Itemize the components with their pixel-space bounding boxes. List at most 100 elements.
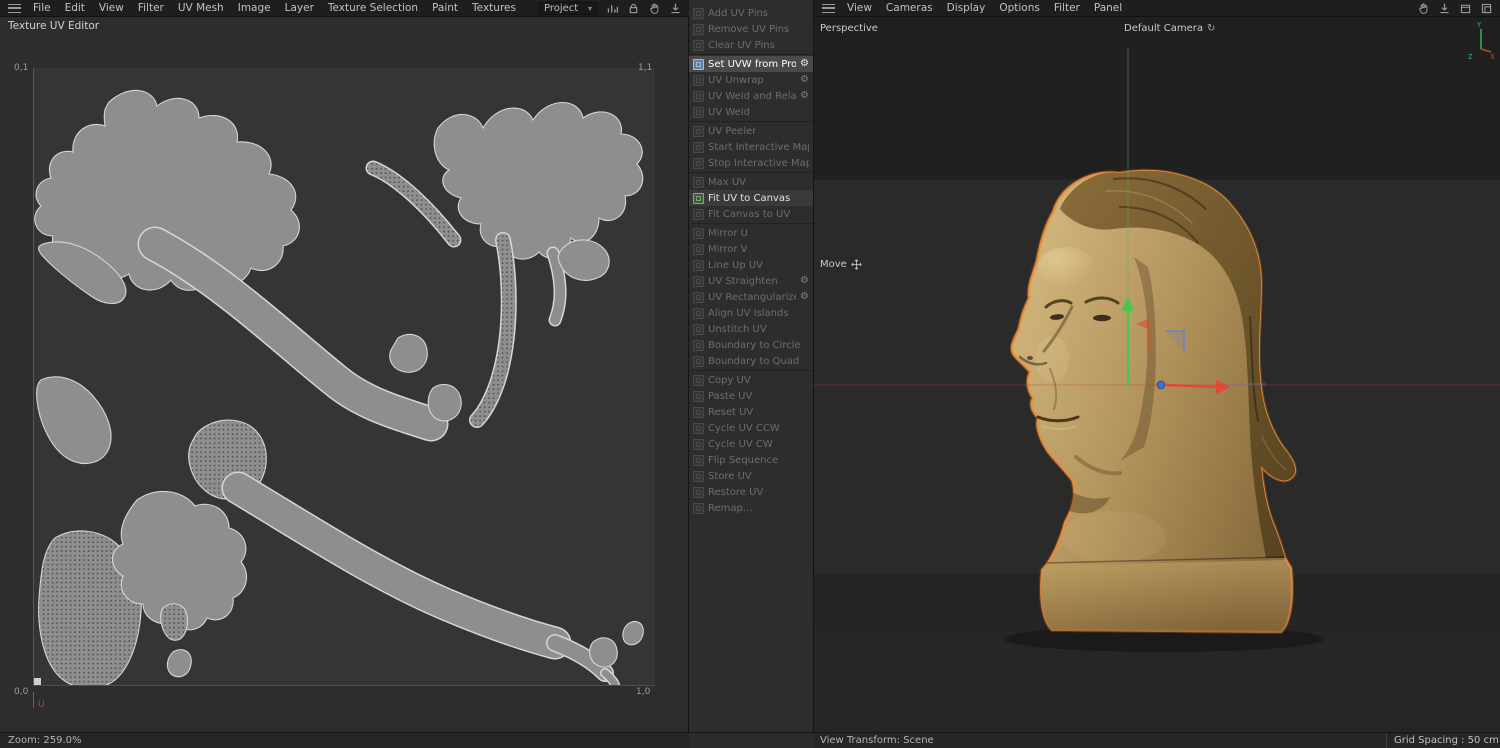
uv-command-label: UV Rectangularize	[708, 292, 796, 303]
viewport-menubar: ViewCamerasDisplayOptionsFilterPanel	[814, 0, 1500, 17]
uv-command-item[interactable]: Store UV ⚙	[689, 468, 813, 484]
uv-command-label: Boundary to Quad	[708, 356, 799, 367]
unstitch-uv-icon	[693, 324, 704, 335]
download-arrow-icon[interactable]	[1436, 1, 1452, 15]
active-tool-text: Move	[820, 259, 847, 270]
panel-menu-icon[interactable]	[822, 4, 835, 13]
menu-item[interactable]: File	[26, 1, 58, 15]
lock-icon[interactable]	[625, 1, 641, 15]
menu-item[interactable]: Image	[231, 1, 278, 15]
menu-item[interactable]: View	[92, 1, 131, 15]
viewport-scene-svg	[814, 17, 1500, 732]
uv-command-item[interactable]: Line Up UV ⚙	[689, 257, 813, 273]
uv-command-item[interactable]: Add UV Pins ⚙	[689, 5, 813, 21]
uv-command-item[interactable]: Reset UV ⚙	[689, 404, 813, 420]
uv-origin-handle[interactable]	[33, 678, 41, 685]
uv-command-item[interactable]: Boundary to Circle ⚙	[689, 337, 813, 353]
uv-island[interactable]	[623, 622, 643, 645]
download-arrow-icon[interactable]	[667, 1, 683, 15]
menu-item[interactable]: Filter	[131, 1, 171, 15]
menu-item[interactable]: Cameras	[879, 1, 940, 15]
grab-hand-icon[interactable]	[1415, 1, 1431, 15]
project-select[interactable]: Project ▾	[539, 2, 597, 15]
uv-command-item[interactable]: UV Weld and Relax ⚙	[689, 88, 813, 104]
menu-item[interactable]: Options	[992, 1, 1047, 15]
uv-command-item[interactable]: UV Unwrap ⚙	[689, 72, 813, 88]
menu-item[interactable]: UV Mesh	[171, 1, 231, 15]
gear-icon[interactable]: ⚙	[800, 276, 809, 286]
uv-command-item[interactable]: Max UV ⚙	[689, 174, 813, 190]
uv-command-label: Clear UV Pins	[708, 40, 775, 51]
menu-item[interactable]: View	[840, 1, 879, 15]
uv-island[interactable]	[155, 244, 431, 424]
uv-command-item[interactable]: Boundary to Quad ⚙	[689, 353, 813, 369]
projection-label[interactable]: Perspective	[820, 23, 878, 34]
gear-icon[interactable]: ⚙	[800, 59, 809, 69]
menu-item[interactable]: Texture Selection	[321, 1, 425, 15]
menu-item[interactable]: Layer	[278, 1, 321, 15]
uv-command-item[interactable]: Fit Canvas to UV ⚙	[689, 206, 813, 222]
u-axis-label: U	[38, 700, 45, 710]
uv-command-item[interactable]: Stop Interactive Mapping ⚙	[689, 155, 813, 171]
uv-command-label: Boundary to Circle	[708, 340, 801, 351]
model-bust[interactable]	[1012, 171, 1295, 633]
axis-y-label: Y	[1476, 21, 1482, 29]
uv-canvas[interactable]	[33, 68, 655, 685]
gear-icon[interactable]: ⚙	[800, 91, 809, 101]
menu-item[interactable]: Edit	[58, 1, 92, 15]
histogram-icon[interactable]	[604, 1, 620, 15]
uv-island[interactable]	[37, 377, 111, 464]
menu-item[interactable]: Filter	[1047, 1, 1087, 15]
uv-island[interactable]	[428, 384, 461, 420]
gear-icon[interactable]: ⚙	[800, 75, 809, 85]
uv-island[interactable]	[434, 103, 643, 260]
uv-command-item[interactable]: Cycle UV CW ⚙	[689, 436, 813, 452]
menu-item[interactable]: Textures	[465, 1, 523, 15]
uv-island[interactable]	[558, 240, 609, 280]
uv-command-item[interactable]: UV Straighten ⚙	[689, 273, 813, 289]
uv-command-item[interactable]: Fit UV to Canvas ⚙	[689, 190, 813, 206]
uv-command-item[interactable]: Mirror V ⚙	[689, 241, 813, 257]
world-axis-indicator: Y X Z	[1466, 19, 1496, 59]
menu-item[interactable]: Paint	[425, 1, 465, 15]
maximize-icon[interactable]	[1478, 1, 1494, 15]
uv-command-item[interactable]: Set UVW from Projection ⚙	[689, 56, 813, 72]
camera-label[interactable]: Default Camera ↻	[1124, 23, 1215, 34]
grid-spacing-text: Grid Spacing : 50 cm	[1394, 735, 1499, 746]
gizmo-center-dot[interactable]	[1157, 381, 1165, 389]
uv-command-item[interactable]: Cycle UV CCW ⚙	[689, 420, 813, 436]
uv-island[interactable]	[590, 638, 618, 667]
uv-island[interactable]	[238, 488, 555, 643]
menu-item[interactable]: Panel	[1087, 1, 1129, 15]
camera-cycle-icon[interactable]: ↻	[1207, 23, 1215, 34]
float-window-icon[interactable]	[1457, 1, 1473, 15]
axis-z-label: Z	[1468, 53, 1473, 59]
uv-command-item[interactable]: Align UV Islands ⚙	[689, 305, 813, 321]
uv-corner-label: 1,1	[638, 63, 652, 73]
uv-command-label: Unstitch UV	[708, 324, 767, 335]
uv-island[interactable]	[390, 334, 427, 372]
uv-command-item[interactable]: Remap... ⚙	[689, 500, 813, 516]
grab-hand-icon[interactable]	[646, 1, 662, 15]
uv-command-item[interactable]: UV Weld ⚙	[689, 104, 813, 120]
uv-command-item[interactable]: Paste UV ⚙	[689, 388, 813, 404]
gear-icon[interactable]: ⚙	[800, 292, 809, 302]
uv-island[interactable]	[161, 604, 188, 640]
max-uv-icon	[693, 177, 704, 188]
uv-command-item[interactable]: Restore UV ⚙	[689, 484, 813, 500]
uv-command-item[interactable]: Start Interactive Mapping ⚙	[689, 139, 813, 155]
uv-command-item[interactable]: Flip Sequence ⚙	[689, 452, 813, 468]
uv-command-item[interactable]: Remove UV Pins ⚙	[689, 21, 813, 37]
uv-island[interactable]	[167, 650, 191, 677]
uv-command-item[interactable]: Clear UV Pins ⚙	[689, 37, 813, 53]
uv-command-item[interactable]: Mirror U ⚙	[689, 225, 813, 241]
uv-command-item[interactable]: Unstitch UV ⚙	[689, 321, 813, 337]
uv-command-item[interactable]: UV Rectangularize ⚙	[689, 289, 813, 305]
menu-item[interactable]: Display	[940, 1, 993, 15]
uv-command-item[interactable]: Copy UV ⚙	[689, 372, 813, 388]
uv-command-item[interactable]: UV Peeler ⚙	[689, 123, 813, 139]
panel-menu-icon[interactable]	[8, 4, 21, 13]
viewport-3d[interactable]: Perspective Default Camera ↻ Move Y X Z	[814, 17, 1500, 732]
uv-command-label: Reset UV	[708, 407, 753, 418]
uv-island[interactable]	[477, 240, 509, 420]
